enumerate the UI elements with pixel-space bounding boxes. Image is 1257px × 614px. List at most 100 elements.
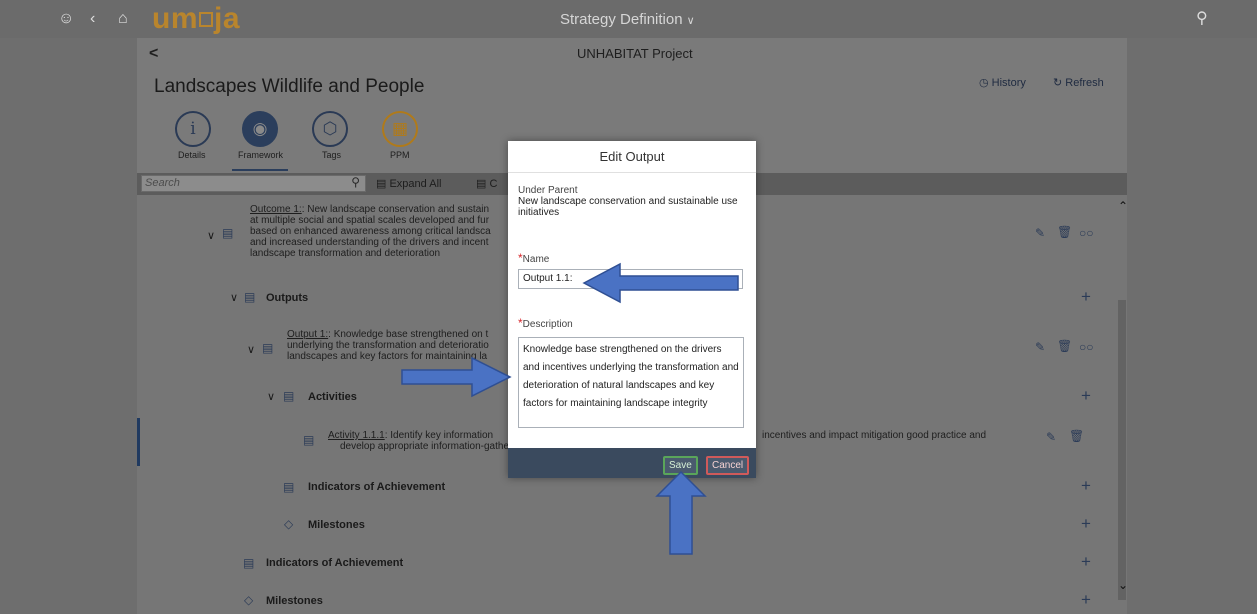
- outcome-text: based on enhanced awareness among critic…: [250, 226, 491, 237]
- output-link[interactable]: Output 1:: [287, 329, 328, 340]
- add-indicator-button[interactable]: +: [1081, 476, 1091, 496]
- scroll-up-icon[interactable]: ⌃: [1118, 199, 1128, 213]
- refresh-link[interactable]: ↻ Refresh: [1053, 76, 1104, 89]
- activity-text: : Identify key information: [384, 430, 494, 441]
- annotation-arrow-left: [582, 262, 739, 304]
- app-title[interactable]: Strategy Definition ∨: [560, 11, 695, 28]
- home-icon[interactable]: ⌂: [118, 10, 128, 28]
- activity-text-continued: incentives and impact mitigation good pr…: [762, 430, 987, 441]
- outcome-text: landscape transformation and deteriorati…: [250, 248, 441, 259]
- name-label: *Name: [518, 251, 549, 265]
- under-parent-label: Under Parent: [518, 185, 578, 196]
- view-icon[interactable]: ○○: [1079, 226, 1094, 240]
- output-text: underlying the transformation and deteri…: [287, 340, 489, 351]
- left-backdrop: [0, 38, 137, 614]
- description-label-text: Description: [522, 319, 573, 330]
- tab-details-label: Details: [178, 150, 206, 160]
- search-input[interactable]: Search ⚲: [141, 175, 366, 192]
- expand-chevron-icon[interactable]: ∨: [267, 390, 275, 403]
- chevron-down-icon: ∨: [686, 15, 695, 27]
- dialog-title: Edit Output: [508, 141, 756, 173]
- info-icon: i: [190, 119, 196, 139]
- page-subtitle: UNHABITAT Project: [577, 46, 693, 61]
- milestones-label[interactable]: Milestones: [308, 519, 365, 531]
- under-parent-value: New landscape conservation and sustainab…: [518, 196, 738, 218]
- milestone-icon: ◇: [244, 593, 254, 607]
- dialog-footer: Save Cancel: [508, 448, 756, 478]
- search-icon[interactable]: ⚲: [1196, 10, 1208, 28]
- indicator-icon: ▤: [283, 480, 295, 494]
- activities-label[interactable]: Activities: [308, 391, 357, 403]
- back-icon[interactable]: ‹: [90, 10, 95, 28]
- collapse-all-label: C: [489, 178, 498, 190]
- activity-text: develop appropriate information-gathe: [340, 441, 509, 452]
- back-button[interactable]: <: [149, 45, 158, 63]
- outcome-icon: ▤: [222, 226, 234, 240]
- milestones-label[interactable]: Milestones: [266, 595, 323, 607]
- tab-framework-label: Framework: [238, 150, 284, 160]
- outputs-label[interactable]: Outputs: [266, 292, 308, 304]
- tab-details[interactable]: i: [175, 111, 211, 147]
- outcome-text: : New landscape conservation and sustain: [301, 204, 490, 215]
- edit-icon[interactable]: ✎: [1035, 226, 1045, 240]
- scrollbar[interactable]: [1118, 300, 1126, 600]
- outcome-text: and increased understanding of the drive…: [250, 237, 489, 248]
- add-output-button[interactable]: +: [1081, 287, 1091, 307]
- activity-link[interactable]: Activity 1.1.1: [328, 430, 385, 441]
- expand-chevron-icon[interactable]: ∨: [207, 229, 215, 242]
- umoja-logo[interactable]: um ja: [152, 3, 240, 35]
- history-link[interactable]: ◷ History: [979, 76, 1026, 89]
- collapse-icon: ▤: [476, 178, 487, 190]
- output-text: : Knowledge base strengthened on t: [328, 329, 489, 340]
- tab-ppm[interactable]: ▦: [382, 111, 418, 147]
- right-backdrop: [1127, 38, 1257, 614]
- indicator-icon: ▤: [243, 556, 255, 570]
- history-label: History: [991, 77, 1026, 89]
- annotation-arrow-right: [401, 356, 512, 398]
- scroll-down-icon[interactable]: ⌄: [1118, 578, 1128, 592]
- clipboard-icon: ▤: [283, 389, 295, 403]
- delete-icon[interactable]: 🗑: [1057, 339, 1072, 353]
- expand-chevron-icon[interactable]: ∨: [230, 291, 238, 304]
- page-title: Landscapes Wildlife and People: [154, 76, 425, 97]
- description-field[interactable]: Knowledge base strengthened on the drive…: [518, 337, 744, 428]
- clipboard-icon: ▤: [303, 433, 315, 447]
- tag-icon: ⬡: [322, 119, 338, 139]
- view-icon[interactable]: ○○: [1079, 340, 1094, 354]
- user-icon[interactable]: ☺: [58, 10, 74, 28]
- add-milestone-button[interactable]: +: [1081, 590, 1091, 610]
- activity-item[interactable]: Activity 1.1.1: Identify key information…: [328, 430, 509, 452]
- collapse-all-button[interactable]: ▤ C: [476, 177, 497, 190]
- indicators-label[interactable]: Indicators of Achievement: [266, 557, 403, 569]
- expand-chevron-icon[interactable]: ∨: [247, 343, 255, 356]
- delete-icon[interactable]: 🗑: [1057, 225, 1072, 239]
- shell-bar: ☺ ‹ ⌂ um ja Strategy Definition ∨ ⚲: [0, 0, 1257, 38]
- history-icon: ◷: [979, 77, 989, 89]
- search-icon[interactable]: ⚲: [351, 175, 360, 190]
- outputs-icon: ▤: [244, 290, 256, 304]
- milestone-icon: ◇: [284, 517, 294, 531]
- building-icon: ▦: [391, 119, 409, 139]
- edit-icon[interactable]: ✎: [1035, 340, 1045, 354]
- expand-icon: ▤: [376, 178, 387, 190]
- delete-icon[interactable]: 🗑: [1069, 429, 1084, 443]
- outcome-text: at multiple social and spatial scales de…: [250, 215, 490, 226]
- edit-icon[interactable]: ✎: [1046, 430, 1056, 444]
- expand-all-label: Expand All: [389, 178, 442, 190]
- tab-ppm-label: PPM: [390, 150, 410, 160]
- add-activity-button[interactable]: +: [1081, 386, 1091, 406]
- tab-framework[interactable]: ◉: [242, 111, 278, 147]
- indicators-label[interactable]: Indicators of Achievement: [308, 481, 445, 493]
- edit-output-dialog: Edit Output Under Parent New landscape c…: [508, 141, 756, 478]
- tab-tags[interactable]: ⬡: [312, 111, 348, 147]
- outcome-link[interactable]: Outcome 1:: [250, 204, 302, 215]
- description-label: *Description: [518, 316, 573, 330]
- cancel-button[interactable]: Cancel: [706, 456, 750, 475]
- outcome-item[interactable]: Outcome 1:: New landscape conservation a…: [250, 204, 491, 259]
- target-icon: ◉: [252, 119, 268, 139]
- selected-tab-indicator: [232, 169, 288, 171]
- annotation-arrow-up: [655, 470, 707, 555]
- expand-all-button[interactable]: ▤ Expand All: [376, 177, 441, 190]
- add-indicator-button[interactable]: +: [1081, 552, 1091, 572]
- add-milestone-button[interactable]: +: [1081, 514, 1091, 534]
